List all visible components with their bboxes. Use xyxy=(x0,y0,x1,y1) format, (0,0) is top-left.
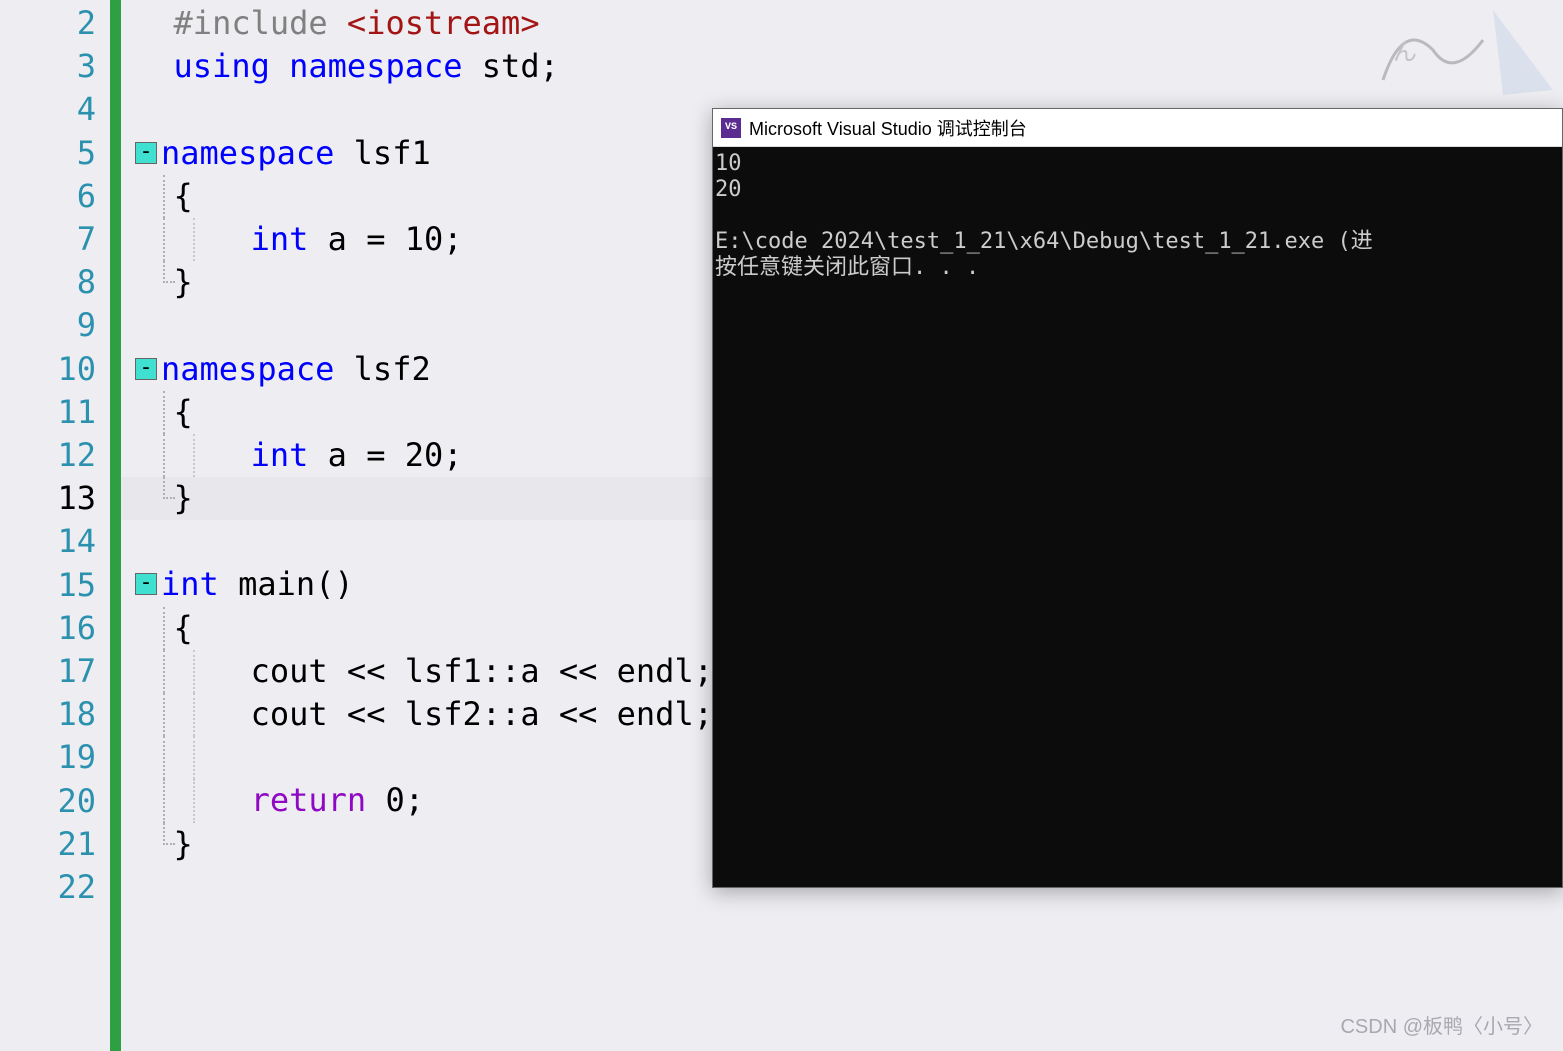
background-illustration: ん xyxy=(1363,0,1563,108)
indent xyxy=(174,220,251,258)
type-keyword: int xyxy=(161,565,219,603)
line-number[interactable]: 12 xyxy=(0,434,96,477)
indent xyxy=(174,436,251,474)
brace: { xyxy=(174,393,193,431)
indent-guide xyxy=(193,779,195,822)
namespace-name: lsf1 xyxy=(334,134,430,172)
console-line: 10 xyxy=(715,151,742,176)
brace: } xyxy=(174,263,193,301)
code-text: cout << lsf1::a << endl; xyxy=(174,652,713,690)
indent-guide xyxy=(193,434,195,477)
line-number[interactable]: 19 xyxy=(0,736,96,779)
line-number[interactable]: 17 xyxy=(0,650,96,693)
code-line[interactable]: using namespace std; xyxy=(121,45,1563,88)
fold-guide xyxy=(163,693,165,736)
line-number[interactable]: 9 xyxy=(0,304,96,347)
preprocessor: #include xyxy=(174,4,347,42)
indent-guide xyxy=(193,693,195,736)
indent-guide xyxy=(193,736,195,779)
code-text: 0; xyxy=(366,781,424,819)
line-number[interactable]: 16 xyxy=(0,607,96,650)
svg-text:ん: ん xyxy=(1393,41,1417,68)
fold-guide xyxy=(163,607,165,650)
fold-collapse-icon[interactable]: - xyxy=(135,573,157,595)
fold-guide-end xyxy=(163,823,175,845)
namespace-name: lsf2 xyxy=(334,350,430,388)
fold-guide xyxy=(163,779,165,822)
line-number[interactable]: 14 xyxy=(0,520,96,563)
keyword: namespace xyxy=(161,134,334,172)
keyword: namespace xyxy=(161,350,334,388)
fold-guide-end xyxy=(163,477,175,499)
line-number[interactable]: 7 xyxy=(0,218,96,261)
line-number[interactable]: 18 xyxy=(0,693,96,736)
type-keyword: int xyxy=(251,220,309,258)
fold-guide xyxy=(163,218,165,261)
code-text: a = 20; xyxy=(308,436,462,474)
console-titlebar[interactable]: VS Microsoft Visual Studio 调试控制台 xyxy=(713,109,1562,147)
line-number[interactable]: 6 xyxy=(0,175,96,218)
change-marker-bar xyxy=(110,0,121,1051)
console-line: 20 xyxy=(715,177,742,202)
function-name: main() xyxy=(219,565,354,603)
fold-guide xyxy=(163,736,165,779)
code-text: std; xyxy=(463,47,559,85)
fold-guide xyxy=(163,175,165,218)
debug-console-window[interactable]: VS Microsoft Visual Studio 调试控制台 10 20 E… xyxy=(712,108,1563,888)
line-number[interactable]: 22 xyxy=(0,866,96,909)
line-number-current[interactable]: 13 xyxy=(0,477,96,520)
fold-guide xyxy=(163,391,165,434)
fold-guide xyxy=(163,434,165,477)
indent xyxy=(174,781,251,819)
line-number[interactable]: 5 xyxy=(0,132,96,175)
line-number[interactable]: 21 xyxy=(0,823,96,866)
brace: { xyxy=(174,177,193,215)
line-number[interactable]: 2 xyxy=(0,2,96,45)
fold-collapse-icon[interactable]: - xyxy=(135,142,157,164)
vs-icon: VS xyxy=(721,118,741,138)
code-text: cout << lsf2::a << endl; xyxy=(174,695,713,733)
indent-guide xyxy=(193,650,195,693)
console-line: E:\code 2024\test_1_21\x64\Debug\test_1_… xyxy=(715,229,1373,254)
line-number[interactable]: 15 xyxy=(0,564,96,607)
line-number[interactable]: 4 xyxy=(0,88,96,131)
brace: } xyxy=(174,825,193,863)
type-keyword: int xyxy=(251,436,309,474)
brace: } xyxy=(174,479,193,517)
fold-collapse-icon[interactable]: - xyxy=(135,358,157,380)
code-text: a = 10; xyxy=(308,220,462,258)
console-title: Microsoft Visual Studio 调试控制台 xyxy=(749,115,1027,141)
line-number[interactable]: 11 xyxy=(0,391,96,434)
line-number[interactable]: 20 xyxy=(0,780,96,823)
code-line[interactable]: #include <iostream> xyxy=(121,2,1563,45)
keyword: using namespace xyxy=(174,47,463,85)
indent-guide xyxy=(193,218,195,261)
line-number[interactable]: 3 xyxy=(0,45,96,88)
fold-guide xyxy=(163,650,165,693)
include-header: <iostream> xyxy=(347,4,540,42)
line-number[interactable]: 8 xyxy=(0,261,96,304)
brace: { xyxy=(174,609,193,647)
line-number-gutter: 2 3 4 5 6 7 8 9 10 11 12 13 14 15 16 17 … xyxy=(0,0,110,1051)
console-line: 按任意键关闭此窗口. . . xyxy=(715,255,979,280)
watermark: CSDN @板鸭〈小号〉 xyxy=(1340,1010,1543,1039)
return-keyword: return xyxy=(251,781,367,819)
fold-guide-end xyxy=(163,261,175,283)
line-number[interactable]: 10 xyxy=(0,348,96,391)
console-output[interactable]: 10 20 E:\code 2024\test_1_21\x64\Debug\t… xyxy=(713,147,1562,285)
